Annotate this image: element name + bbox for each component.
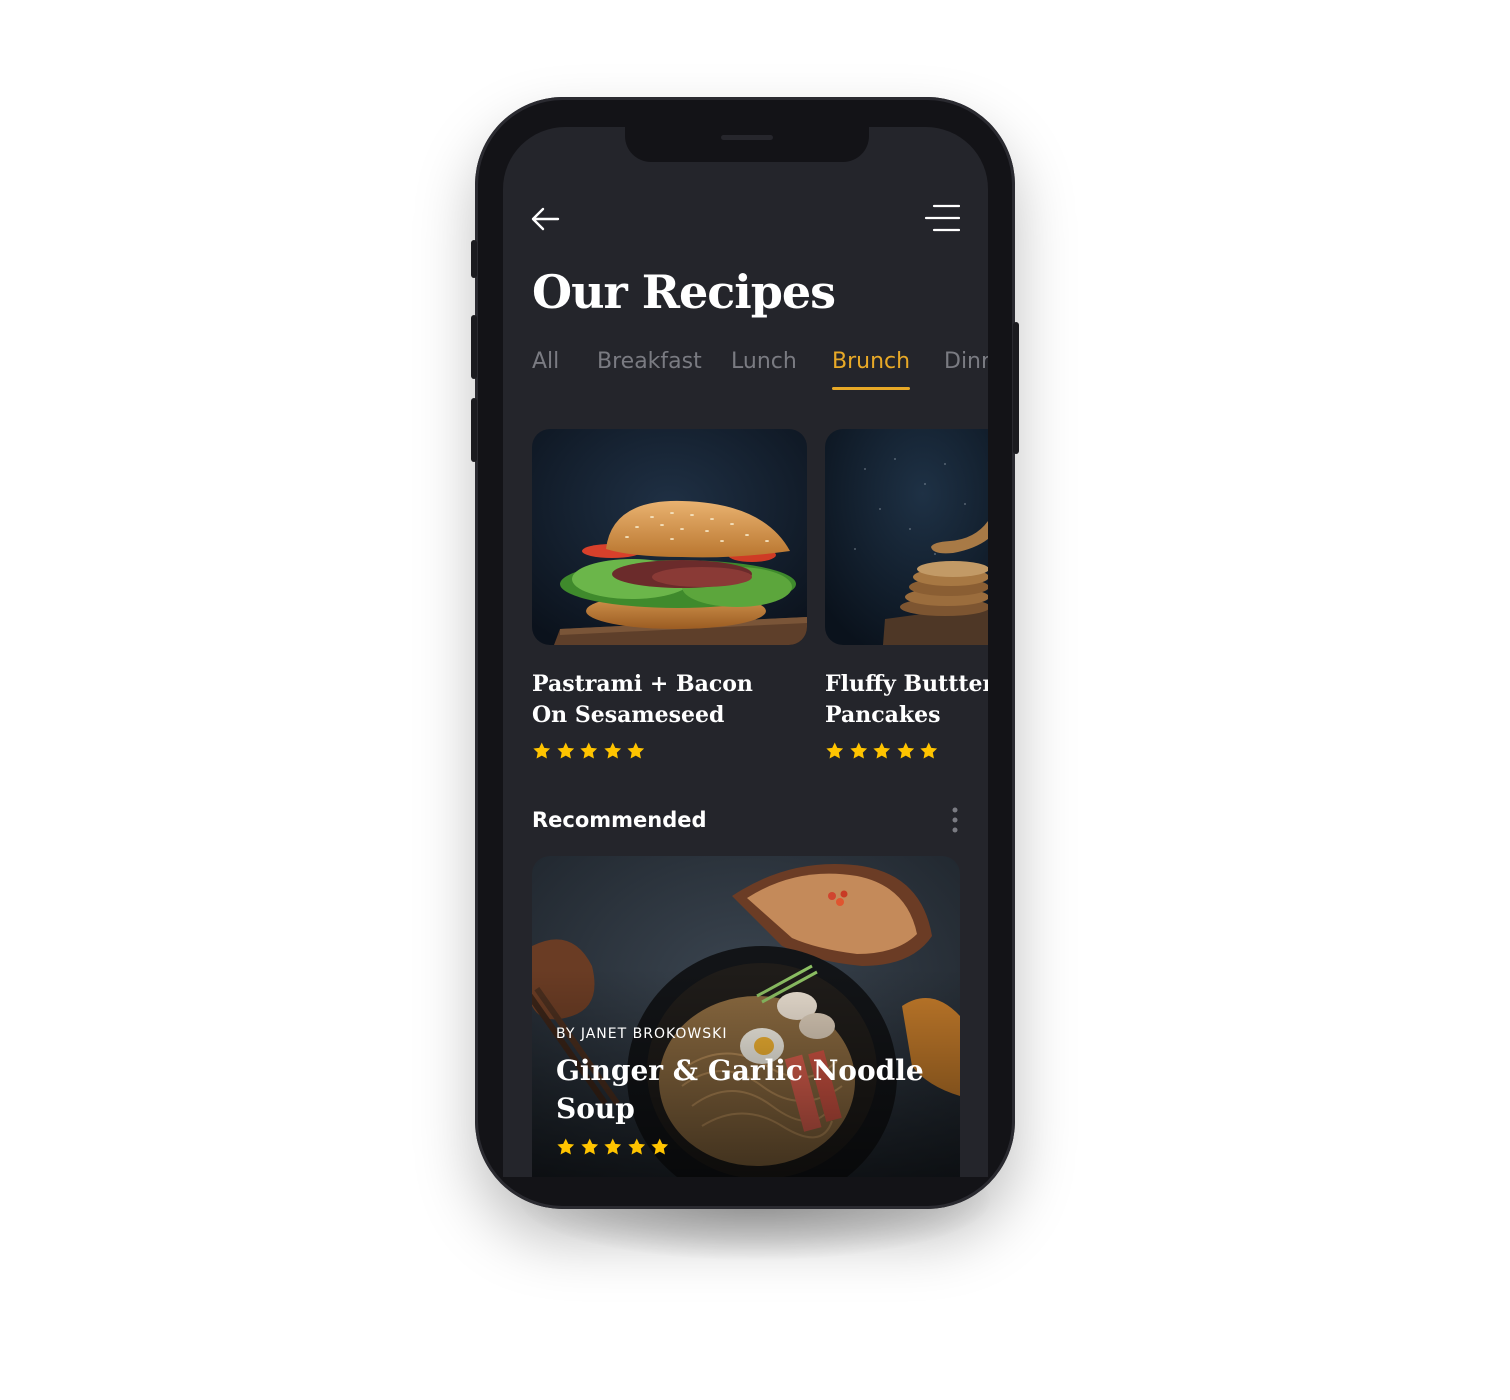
- pancakes-illustration: [825, 429, 988, 645]
- tab-brunch[interactable]: Brunch: [832, 349, 911, 390]
- card-title-pancakes[interactable]: Fluffy Butttern Pancakes: [825, 669, 988, 731]
- star-icon: [627, 1138, 645, 1155]
- star-icon: [826, 742, 844, 759]
- star-icon: [604, 1138, 622, 1155]
- back-arrow-icon[interactable]: [530, 204, 560, 234]
- notch: [625, 127, 869, 162]
- section-title-recommended: Recommended: [532, 808, 707, 832]
- card-title-pastrami[interactable]: Pastrami + Bacon On Sesameseed: [532, 669, 753, 731]
- rating-stars-recommended: [556, 1137, 670, 1157]
- earpiece-speaker: [721, 135, 773, 140]
- recommended-author: BY JANET BROKOWSKI: [556, 1026, 728, 1042]
- tab-all[interactable]: All: [532, 349, 559, 374]
- mute-switch: [471, 240, 477, 278]
- star-icon: [873, 742, 891, 759]
- star-icon: [651, 1138, 669, 1155]
- card-title-pancakes-line2: Pancakes: [825, 702, 941, 728]
- card-title-pancakes-line1: Fluffy Butttern: [825, 671, 988, 697]
- burger-illustration: [532, 429, 807, 645]
- star-icon: [896, 742, 914, 759]
- pancakes-photo[interactable]: [825, 429, 988, 645]
- burger-photo[interactable]: [532, 429, 807, 645]
- rating-stars-pastrami: [532, 741, 646, 761]
- card-title-pastrami-line2: On Sesameseed: [532, 702, 725, 728]
- rating-stars-pancakes: [825, 741, 939, 761]
- app-screen: Our Recipes All Breakfast Lunch Brunch D…: [503, 127, 988, 1177]
- more-options-icon[interactable]: [950, 805, 960, 835]
- page-title: Our Recipes: [532, 265, 836, 319]
- star-icon: [603, 742, 621, 759]
- tab-lunch[interactable]: Lunch: [731, 349, 797, 374]
- noodle-soup-photo: [532, 856, 960, 1177]
- star-icon: [556, 742, 574, 759]
- tab-dinner[interactable]: Dinr: [944, 349, 988, 374]
- volume-up-button: [471, 315, 477, 379]
- hamburger-menu-icon[interactable]: [924, 204, 960, 232]
- tab-brunch-label: Brunch: [832, 349, 911, 374]
- volume-down-button: [471, 398, 477, 462]
- power-button: [1013, 322, 1019, 454]
- star-icon: [849, 742, 867, 759]
- star-icon: [533, 742, 551, 759]
- recommended-title: Ginger & Garlic Noodle Soup: [556, 1054, 924, 1125]
- star-icon: [580, 742, 598, 759]
- star-icon: [557, 1138, 575, 1155]
- tab-breakfast[interactable]: Breakfast: [597, 349, 702, 374]
- card-title-pastrami-line1: Pastrami + Bacon: [532, 671, 753, 697]
- recommended-card[interactable]: BY JANET BROKOWSKI Ginger & Garlic Noodl…: [532, 856, 960, 1177]
- star-icon: [920, 742, 938, 759]
- star-icon: [627, 742, 645, 759]
- star-icon: [580, 1138, 598, 1155]
- active-tab-indicator: [832, 387, 911, 390]
